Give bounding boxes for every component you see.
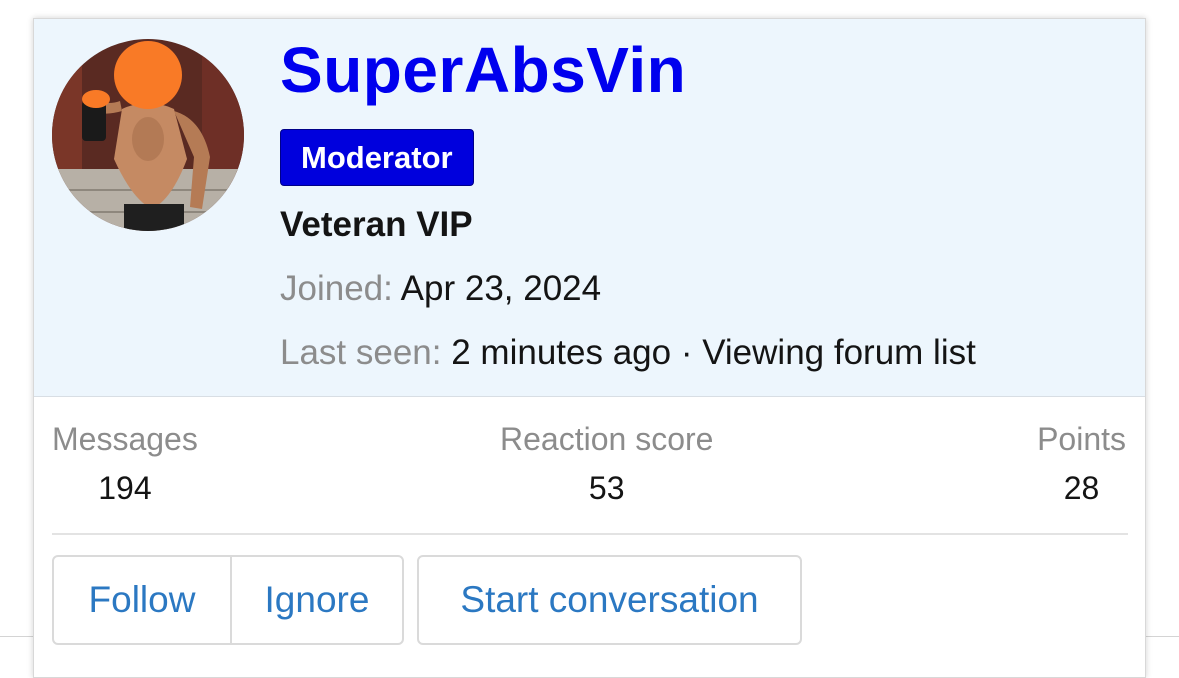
stat-reaction-label: Reaction score bbox=[500, 421, 714, 457]
stat-messages: Messages 194 bbox=[52, 421, 198, 507]
stat-points: Points 28 bbox=[1037, 421, 1126, 507]
joined-row: Joined: Apr 23, 2024 bbox=[280, 269, 601, 309]
last-seen-row: Last seen: 2 minutes ago · Viewing forum… bbox=[280, 333, 976, 373]
moderator-badge: Moderator bbox=[280, 129, 474, 186]
last-seen-label: Last seen: bbox=[280, 333, 442, 372]
joined-date: Apr 23, 2024 bbox=[400, 269, 602, 308]
follow-ignore-group: Follow Ignore bbox=[52, 555, 404, 645]
avatar[interactable] bbox=[52, 39, 244, 231]
last-seen-value: 2 minutes ago · Viewing forum list bbox=[451, 333, 976, 372]
stat-points-label: Points bbox=[1037, 421, 1126, 457]
avatar-photo bbox=[52, 39, 244, 231]
stat-reaction-value: 53 bbox=[588, 470, 625, 506]
censor-dot-icon bbox=[114, 41, 182, 109]
stat-reaction-score: Reaction score 53 bbox=[500, 421, 713, 507]
stats-divider bbox=[52, 533, 1128, 535]
ignore-button[interactable]: Ignore bbox=[232, 557, 402, 643]
stat-points-value[interactable]: 28 bbox=[1037, 470, 1126, 507]
follow-button[interactable]: Follow bbox=[54, 557, 232, 643]
user-title: Veteran VIP bbox=[280, 205, 473, 244]
joined-label: Joined: bbox=[280, 269, 393, 308]
profile-header: SuperAbsVin Moderator Veteran VIP Joined… bbox=[34, 19, 1145, 397]
username-link[interactable]: SuperAbsVin bbox=[280, 33, 686, 107]
start-conversation-button[interactable]: Start conversation bbox=[417, 555, 802, 645]
stat-messages-value[interactable]: 194 bbox=[52, 470, 198, 507]
member-tooltip-card: SuperAbsVin Moderator Veteran VIP Joined… bbox=[33, 18, 1146, 678]
stat-messages-label: Messages bbox=[52, 421, 198, 457]
